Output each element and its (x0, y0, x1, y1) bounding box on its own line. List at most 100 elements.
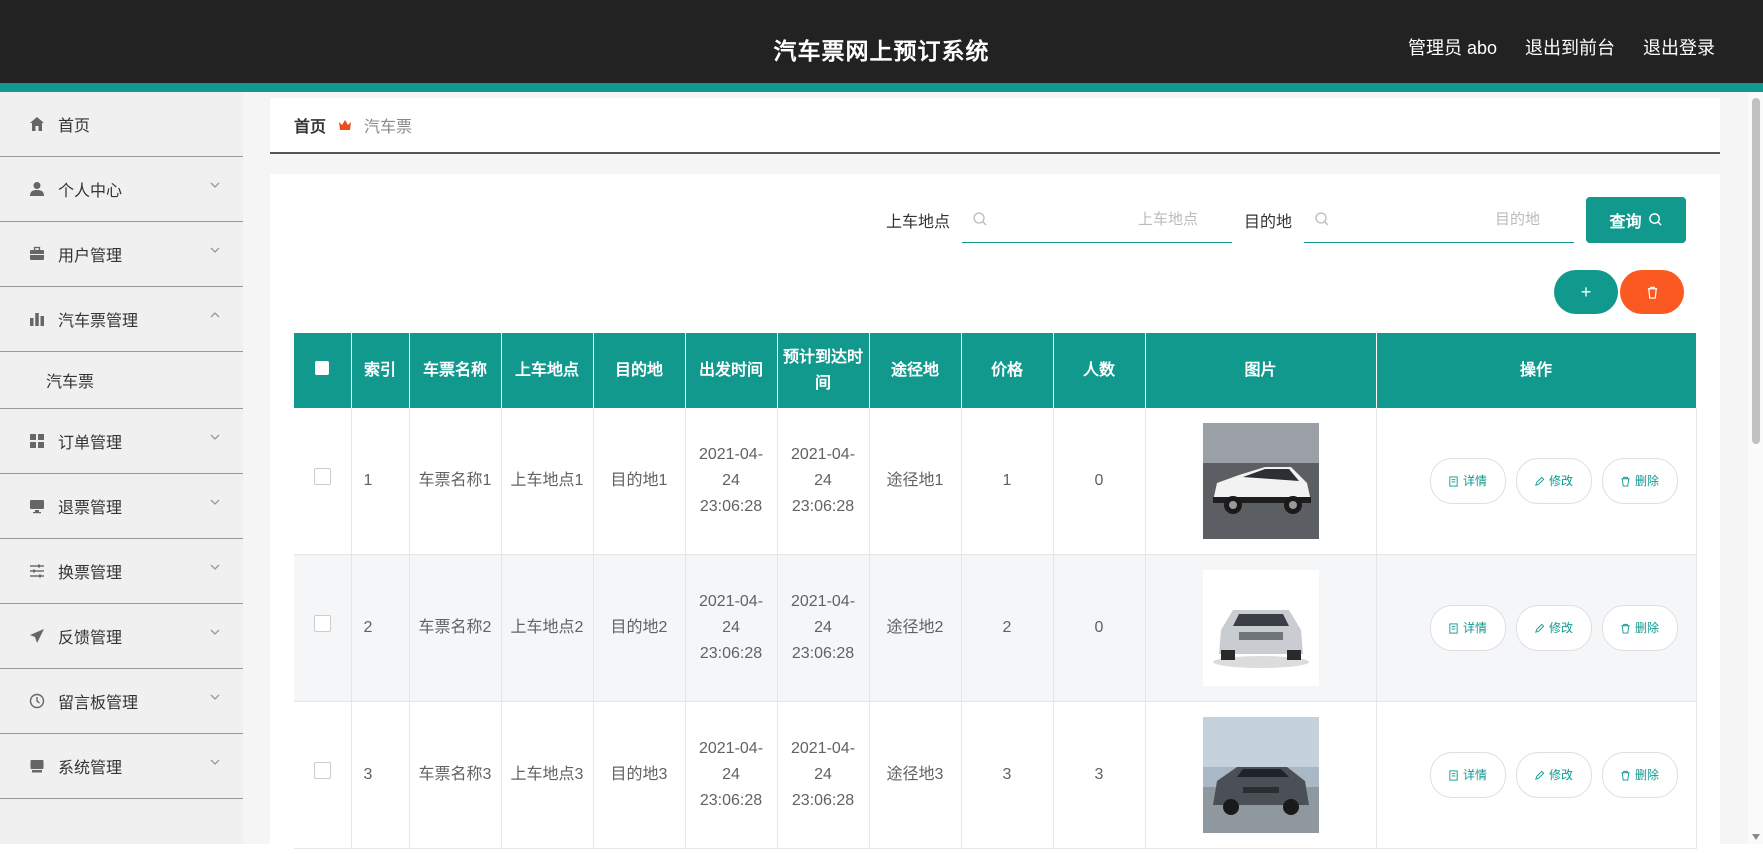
cell-to: 目的地1 (593, 408, 686, 555)
home-icon (28, 115, 46, 133)
chevron-down-icon (210, 629, 220, 635)
sidebar-item-exchange-management[interactable]: 换票管理 (0, 539, 243, 604)
column-header: 预计到达时间 (777, 333, 870, 408)
cell-price: 3 (961, 701, 1054, 849)
query-button-label: 查询 (1609, 213, 1642, 231)
logout-link[interactable]: 退出登录 (1643, 34, 1715, 60)
sidebar-item-label: 用户管理 (58, 248, 123, 265)
trash-icon (1621, 623, 1630, 634)
car-image[interactable] (1202, 570, 1319, 686)
delete-button[interactable]: 删除 (1601, 752, 1678, 798)
cell-index: 1 (351, 408, 410, 555)
row-checkbox[interactable] (313, 762, 331, 779)
sidebar-subitem-ticket[interactable]: 汽车票 (0, 352, 243, 409)
delete-button-label: 删除 (1634, 768, 1659, 782)
sidebar-item-message-board-management[interactable]: 留言板管理 (0, 669, 243, 734)
sidebar-item-system-management[interactable]: 系统管理 (0, 734, 243, 799)
cell-actions: 详情 修改 删除 (1376, 701, 1697, 849)
batch-delete-button[interactable] (1620, 270, 1684, 314)
sidebar-item-ticket-management[interactable]: 汽车票管理 (0, 287, 243, 352)
column-header: 价格 (961, 333, 1054, 408)
cell-depart: 2021-04-24 23:06:28 (685, 701, 778, 849)
search-from-input[interactable] (995, 196, 1232, 242)
select-all-cell[interactable] (294, 333, 352, 408)
cell-name: 车票名称1 (409, 408, 502, 555)
column-header: 车票名称 (409, 333, 502, 408)
delete-button-label: 删除 (1634, 474, 1659, 488)
edit-icon (1535, 623, 1545, 633)
sidebar-item-order-management[interactable]: 订单管理 (0, 409, 243, 474)
exit-to-front-link[interactable]: 退出到前台 (1525, 34, 1615, 60)
query-button[interactable]: 查询 (1586, 196, 1686, 243)
search-icon (1315, 212, 1329, 226)
cell-arrive: 2021-04-24 23:06:28 (777, 554, 870, 702)
sidebar-item-user-management[interactable]: 用户管理 (0, 222, 243, 287)
car-image[interactable] (1202, 717, 1319, 833)
cell-name: 车票名称2 (409, 554, 502, 702)
cell-actions: 详情 修改 删除 (1376, 554, 1697, 702)
add-button[interactable]: + (1554, 270, 1618, 314)
edit-button-label: 修改 (1548, 768, 1573, 782)
admin-username[interactable]: 管理员 abo (1408, 34, 1497, 60)
breadcrumb-home[interactable]: 首页 (294, 113, 326, 137)
document-icon (1449, 622, 1458, 634)
search-label-from: 上车地点 (885, 213, 950, 231)
detail-button-label: 详情 (1462, 621, 1487, 635)
edit-icon (1535, 770, 1545, 780)
edit-button[interactable]: 修改 (1515, 458, 1592, 504)
sidebar-item-label: 订单管理 (58, 435, 123, 452)
cell-arrive: 2021-04-24 23:06:28 (777, 701, 870, 849)
detail-button-label: 详情 (1462, 768, 1487, 782)
detail-button[interactable]: 详情 (1429, 458, 1506, 504)
send-icon (28, 627, 46, 645)
sidebar-item-label: 系统管理 (58, 760, 123, 777)
sidebar: 首页 个人中心 用户管理 汽车票管理 汽车票 订单管理 退票管理 换票管理 反馈… (0, 92, 243, 844)
scroll-down-arrow-icon[interactable] (1752, 834, 1760, 840)
search-from-field (961, 196, 1232, 243)
cell-arrive: 2021-04-24 23:06:28 (777, 408, 870, 555)
column-header: 索引 (351, 333, 410, 408)
cell-from: 上车地点1 (501, 408, 594, 555)
top-right-links: 管理员 abo 退出到前台 退出登录 (1408, 34, 1715, 60)
column-header: 人数 (1053, 333, 1146, 408)
search-to-input[interactable] (1338, 196, 1574, 242)
briefcase-icon (28, 245, 46, 263)
cell-to: 目的地2 (593, 554, 686, 702)
sidebar-item-feedback-management[interactable]: 反馈管理 (0, 604, 243, 669)
chevron-down-icon (210, 759, 220, 765)
cell-count: 0 (1053, 554, 1146, 702)
cell-depart: 2021-04-24 23:06:28 (685, 554, 778, 702)
delete-button[interactable]: 删除 (1601, 605, 1678, 651)
vertical-scrollbar[interactable] (1748, 92, 1763, 844)
cell-via: 途径地3 (869, 701, 962, 849)
search-label-to: 目的地 (1243, 213, 1292, 231)
select-all-checkbox[interactable] (315, 360, 330, 375)
row-select-cell (294, 701, 352, 849)
cell-index: 2 (351, 554, 410, 702)
chevron-up-icon (210, 312, 220, 318)
sidebar-item-home[interactable]: 首页 (0, 92, 243, 157)
sidebar-item-refund-management[interactable]: 退票管理 (0, 474, 243, 539)
sidebar-item-personal-center[interactable]: 个人中心 (0, 157, 243, 222)
row-checkbox[interactable] (313, 468, 331, 485)
column-header: 上车地点 (501, 333, 594, 408)
row-checkbox[interactable] (313, 615, 331, 632)
detail-button[interactable]: 详情 (1429, 605, 1506, 651)
chevron-down-icon (210, 564, 220, 570)
car-image[interactable] (1202, 423, 1319, 539)
scrollbar-thumb[interactable] (1752, 98, 1760, 444)
edit-button[interactable]: 修改 (1515, 752, 1592, 798)
cell-image (1145, 701, 1377, 849)
column-header: 操作 (1376, 333, 1697, 408)
table-row: 3 车票名称3 上车地点3 目的地3 2021-04-24 23:06:28 2… (294, 701, 1697, 849)
chevron-down-icon (210, 434, 220, 440)
cell-count: 3 (1053, 701, 1146, 849)
delete-button[interactable]: 删除 (1601, 458, 1678, 504)
cell-via: 途径地2 (869, 554, 962, 702)
chevron-down-icon (210, 247, 220, 253)
edit-button[interactable]: 修改 (1515, 605, 1592, 651)
chevron-down-icon (210, 694, 220, 700)
detail-button[interactable]: 详情 (1429, 752, 1506, 798)
content-panel: 上车地点 目的地 查询 + (270, 174, 1720, 854)
sidebar-item-label: 退票管理 (58, 500, 123, 517)
